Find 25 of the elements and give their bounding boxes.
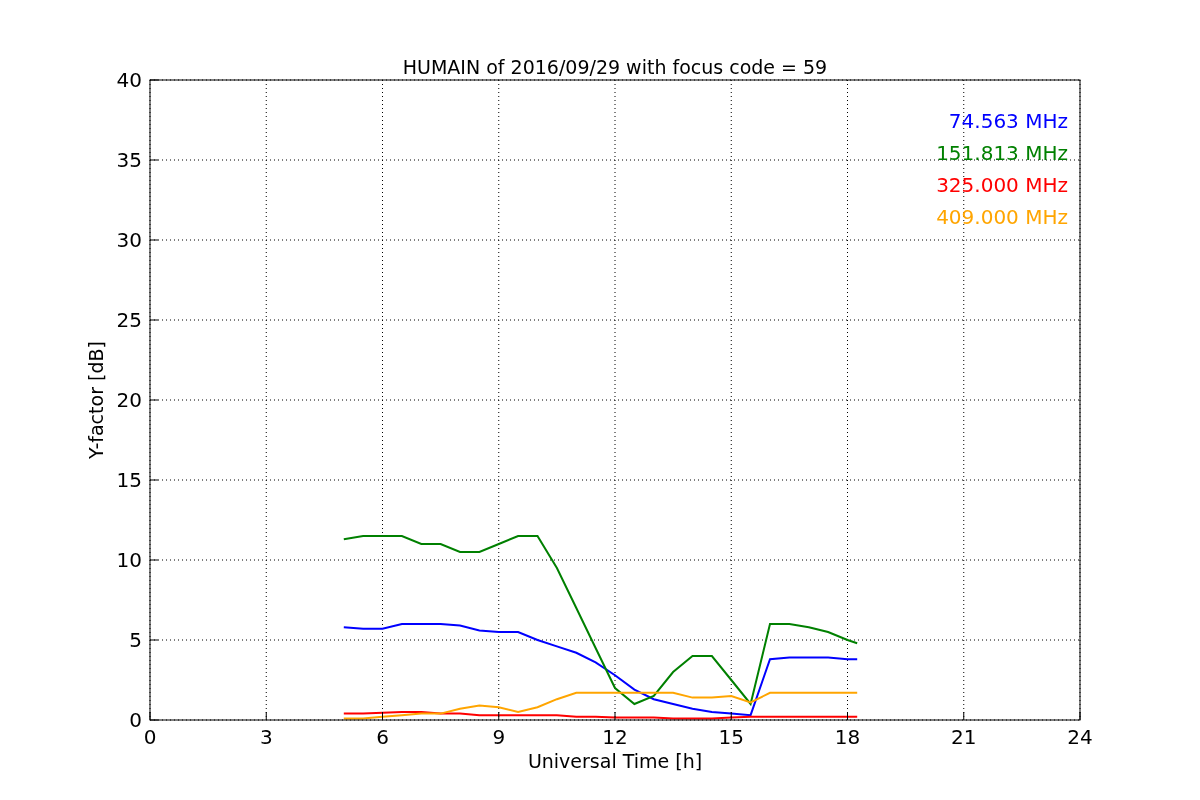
x-tick-label: 6 (376, 725, 389, 749)
legend-label: 151.813 MHz (936, 141, 1068, 165)
y-tick-label: 10 (116, 548, 142, 572)
x-tick-label: 18 (834, 725, 861, 749)
x-tick-label: 15 (718, 725, 744, 749)
x-tick-label: 3 (259, 725, 273, 749)
x-tick-label: 21 (951, 725, 977, 749)
y-tick-label: 35 (116, 148, 142, 172)
y-tick-label: 5 (129, 628, 142, 652)
y-tick-label: 15 (116, 468, 142, 492)
y-tick-label: 20 (116, 388, 142, 412)
y-axis-label: Y-factor [dB] (85, 341, 107, 459)
x-tick-label: 0 (143, 725, 157, 749)
y-tick-label: 30 (116, 228, 142, 252)
x-tick-label: 9 (492, 725, 506, 749)
x-tick-label: 24 (1067, 725, 1093, 749)
y-tick-label: 40 (116, 68, 142, 92)
y-tick-label: 0 (129, 708, 142, 732)
legend-label: 74.563 MHz (948, 109, 1068, 133)
chart-title: HUMAIN of 2016/09/29 with focus code = 59 (402, 56, 828, 78)
legend-label: 409.000 MHz (936, 205, 1068, 229)
legend-label: 325.000 MHz (936, 173, 1068, 197)
x-axis-label: Universal Time [h] (527, 750, 703, 772)
x-tick-label: 12 (602, 725, 628, 749)
y-tick-label: 25 (116, 308, 142, 332)
